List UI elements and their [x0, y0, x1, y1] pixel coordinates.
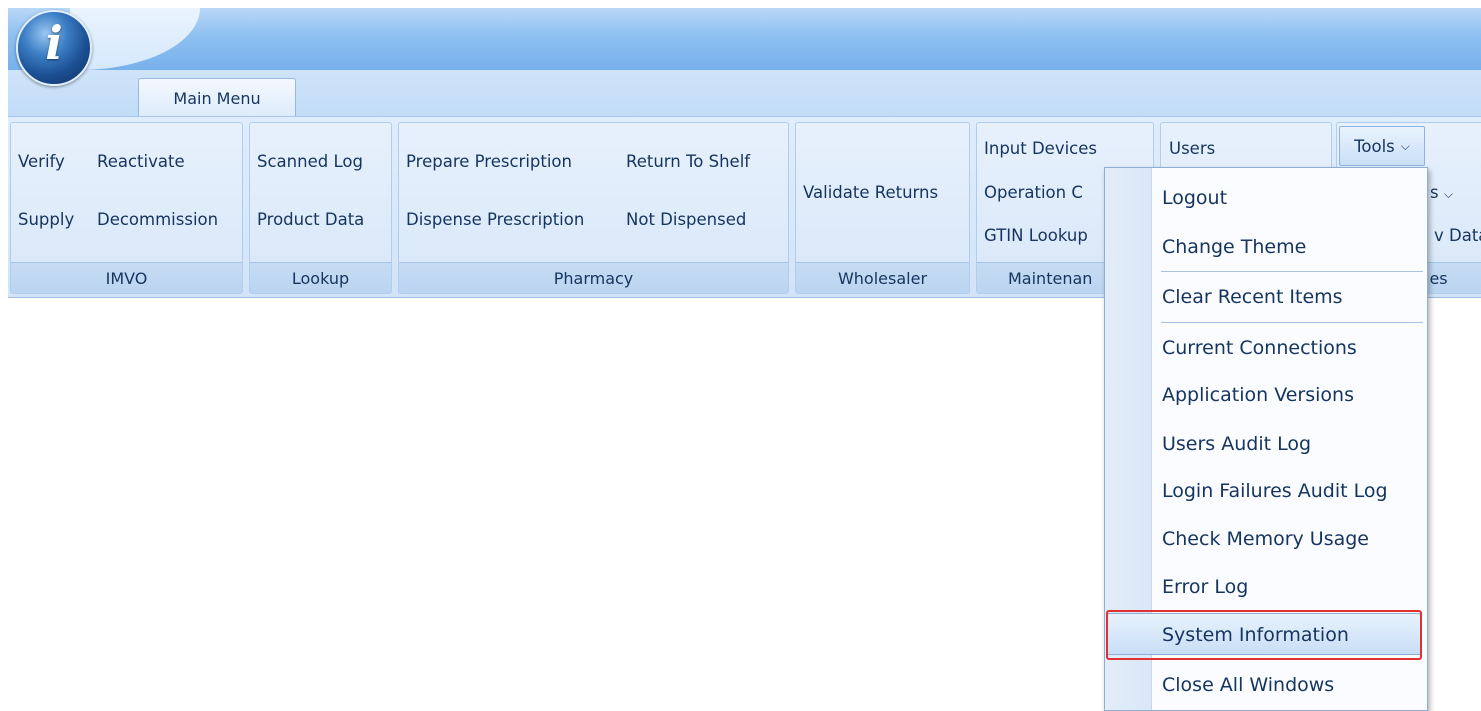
menu-item-close-all-windows[interactable]: Close All Windows — [1162, 674, 1334, 696]
prepare-prescription-button[interactable]: Prepare Prescription — [406, 152, 572, 171]
ribbon-group-pharmacy: Pharmacy — [398, 122, 789, 294]
menu-item-login-failures-audit-log[interactable]: Login Failures Audit Log — [1162, 480, 1388, 502]
title-bar — [8, 8, 1481, 71]
dispense-prescription-button[interactable]: Dispense Prescription — [406, 210, 584, 229]
tools-label: Tools — [1354, 136, 1395, 156]
decommission-button[interactable]: Decommission — [97, 210, 218, 229]
reactivate-button[interactable]: Reactivate — [97, 152, 185, 171]
not-dispensed-button[interactable]: Not Dispensed — [626, 210, 746, 229]
product-data-button[interactable]: Product Data — [257, 210, 364, 229]
ribbon-group-imvo: IMVO — [10, 122, 243, 294]
menu-separator — [1161, 271, 1423, 272]
group-label-pharmacy: Pharmacy — [399, 262, 788, 293]
highlight-outline — [1106, 610, 1422, 660]
supply-button[interactable]: Supply — [18, 210, 74, 229]
partial-command-s[interactable]: s ⌵ — [1430, 183, 1453, 202]
group-label-lookup: Lookup — [250, 262, 391, 293]
scanned-log-button[interactable]: Scanned Log — [257, 152, 363, 171]
users-button[interactable]: Users — [1169, 139, 1215, 158]
menu-item-check-memory-usage[interactable]: Check Memory Usage — [1162, 528, 1369, 550]
menu-item-clear-recent-items[interactable]: Clear Recent Items — [1162, 286, 1343, 308]
group-label-wholesaler: Wholesaler — [796, 262, 969, 293]
menu-item-logout[interactable]: Logout — [1162, 187, 1227, 209]
menu-item-current-connections[interactable]: Current Connections — [1162, 337, 1357, 359]
menu-separator — [1161, 322, 1423, 323]
verify-button[interactable]: Verify — [18, 152, 65, 171]
info-icon: i — [45, 16, 63, 70]
tab-main-menu[interactable]: Main Menu — [138, 78, 296, 118]
menu-item-application-versions[interactable]: Application Versions — [1162, 384, 1354, 406]
partial-command-view-data[interactable]: v Data — [1434, 226, 1481, 245]
partial-command-s-label: s — [1430, 183, 1439, 202]
tools-dropdown-button[interactable]: Tools ⌵ — [1339, 126, 1425, 166]
validate-returns-button[interactable]: Validate Returns — [803, 183, 938, 202]
ribbon-group-lookup: Lookup — [249, 122, 392, 294]
ribbon-group-wholesaler: Wholesaler — [795, 122, 970, 294]
menu-item-change-theme[interactable]: Change Theme — [1162, 236, 1306, 258]
menu-item-error-log[interactable]: Error Log — [1162, 576, 1248, 598]
chevron-down-icon: ⌵ — [1443, 187, 1453, 201]
gtin-lookup-button[interactable]: GTIN Lookup — [984, 226, 1088, 245]
input-devices-button[interactable]: Input Devices — [984, 139, 1097, 158]
group-label-imvo: IMVO — [11, 262, 242, 293]
chevron-down-icon: ⌵ — [1400, 138, 1410, 153]
app-orb-button[interactable]: i — [16, 10, 92, 86]
return-to-shelf-button[interactable]: Return To Shelf — [626, 152, 750, 171]
operation-c-button[interactable]: Operation C — [984, 183, 1083, 202]
menu-item-users-audit-log[interactable]: Users Audit Log — [1162, 433, 1311, 455]
